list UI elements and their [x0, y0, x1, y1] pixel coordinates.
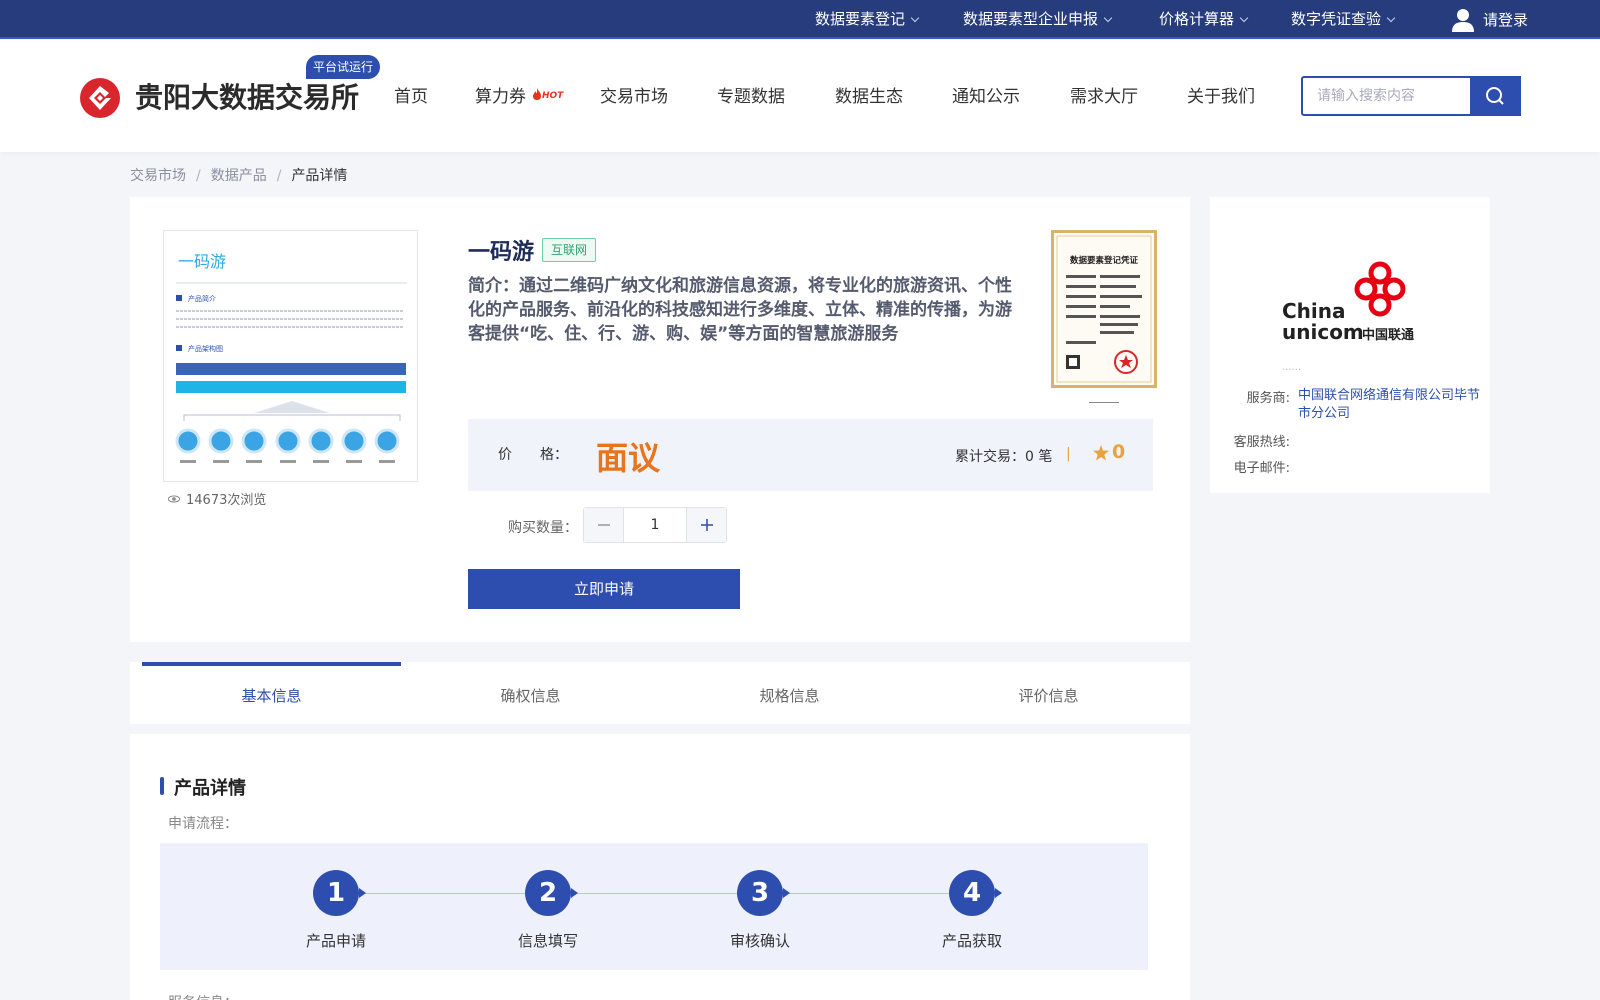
application-flow-label: 申请流程： [168, 816, 238, 832]
quantity-input[interactable]: 1 [624, 508, 686, 542]
site-logo-text[interactable]: 贵阳大数据交易所 [135, 76, 359, 116]
flow-step-3: 3 审核确认 [705, 870, 815, 951]
nav-home[interactable]: 首页 [394, 82, 428, 107]
nav-market[interactable]: 交易市场 [600, 82, 668, 107]
breadcrumb: 交易市场 / 数据产品 / 产品详情 [130, 168, 348, 184]
nav-topic-data[interactable]: 专题数据 [717, 82, 785, 107]
breadcrumb-data-products[interactable]: 数据产品 [211, 168, 267, 184]
price-label: 价 格： [498, 447, 568, 463]
application-flow: 1 产品申请 2 信息填写 3 审核确认 4 产品获取 [160, 843, 1148, 970]
search-icon [1486, 87, 1504, 105]
increment-button[interactable] [686, 508, 726, 542]
section-title: 产品详情 [160, 774, 246, 800]
eye-icon [168, 495, 180, 502]
flow-step-2: 2 信息填写 [493, 870, 603, 951]
flow-connector [336, 893, 972, 894]
topbar-item-voucher-check[interactable]: 数字凭证查验 [1291, 0, 1396, 39]
service-info-label: 服务信息： [168, 992, 238, 1000]
trial-badge: 平台试运行 [306, 55, 381, 79]
topbar-item-data-registration[interactable]: 数据要素登记 [815, 0, 920, 39]
login-link[interactable]: 请登录 [1452, 0, 1528, 39]
product-image-title: 一码游 [178, 252, 226, 271]
price-panel: 价 格： 面议 累计交易：0 笔 | 0 [468, 419, 1153, 491]
search-button[interactable] [1470, 76, 1520, 116]
divider: | [1066, 446, 1071, 462]
quantity-label: 购买数量： [508, 520, 578, 536]
rating-value: 0 [1112, 441, 1126, 463]
provider-card: China unicom 中国联通 ...... 服务商: 中国联合网络通信有限… [1210, 197, 1490, 493]
product-description: 简介：通过二维码广纳文化和旅游信息资源，将专业化的旅游资讯、个性化的产品服务、前… [468, 276, 1012, 344]
star-icon [1093, 445, 1109, 461]
category-tag: 互联网 [542, 238, 597, 262]
step-number: 1 [313, 870, 366, 916]
plus-icon [700, 519, 713, 531]
certificate-indicator [1089, 402, 1119, 403]
product-card: 一码游 产品简介 产品架构图 14673次浏览 一码游 互联网 简介：通过二维码… [130, 197, 1190, 642]
step-number: 4 [949, 870, 1002, 916]
site-header: 贵阳大数据交易所 平台试运行 首页 算力券 HOT 交易市场 专题数据 数据生态… [0, 40, 1600, 152]
provider-hotline-label: 客服热线: [1233, 435, 1290, 450]
product-image-section2: 产品架构图 [188, 344, 223, 353]
step-label: 产品获取 [941, 932, 1002, 950]
nav-demand-hall[interactable]: 需求大厅 [1070, 82, 1138, 107]
tab-reviews[interactable]: 评价信息 [919, 662, 1178, 724]
breadcrumb-market[interactable]: 交易市场 [130, 168, 186, 184]
registration-certificate[interactable]: 数据要素登记凭证 [1051, 230, 1157, 388]
provider-service-value: 中国联合网络通信有限公司毕节市分公司 [1298, 388, 1481, 421]
provider-service-label: 服务商: [1246, 391, 1290, 406]
nav-ecosystem[interactable]: 数据生态 [835, 82, 903, 107]
trade-count: 累计交易：0 笔 [955, 449, 1053, 465]
step-label: 产品申请 [305, 932, 366, 950]
quantity-stepper: 1 [583, 507, 727, 543]
tab-basic-info[interactable]: 基本信息 [142, 662, 401, 724]
breadcrumb-current: 产品详情 [291, 168, 348, 184]
product-details-section: 产品详情 申请流程： 1 产品申请 2 信息填写 3 审核确认 4 产品获取 服… [130, 734, 1190, 1000]
tab-spec-info[interactable]: 规格信息 [660, 662, 919, 724]
provider-name-placeholder: ...... [1282, 362, 1302, 373]
detail-tabs: 基本信息 确权信息 规格信息 评价信息 [130, 662, 1190, 724]
step-label: 审核确认 [729, 932, 790, 950]
minus-icon [597, 524, 610, 526]
tab-ownership-info[interactable]: 确权信息 [401, 662, 660, 724]
view-count: 14673次浏览 [168, 489, 266, 508]
nav-notices[interactable]: 通知公示 [952, 82, 1020, 107]
chevron-down-icon [1386, 13, 1396, 23]
step-number: 3 [737, 870, 790, 916]
flame-icon [533, 88, 541, 100]
site-logo-icon[interactable] [79, 77, 121, 119]
provider-email-label: 电子邮件: [1233, 461, 1290, 476]
svg-text:中国联通: 中国联通 [1362, 327, 1414, 343]
chevron-down-icon [1239, 13, 1249, 23]
certificate-title: 数据要素登记凭证 [1070, 255, 1139, 266]
product-title: 一码游 [468, 240, 535, 265]
top-bar: 数据要素登记 数据要素型企业申报 价格计算器 数字凭证查验 请登录 [0, 0, 1600, 39]
user-icon [1452, 8, 1474, 32]
price-value: 面议 [596, 439, 661, 477]
china-unicom-logo[interactable]: China unicom 中国联通 [1282, 259, 1418, 343]
apply-now-button[interactable]: 立即申请 [468, 569, 740, 609]
product-image[interactable]: 一码游 产品简介 产品架构图 [163, 230, 418, 482]
step-number: 2 [525, 870, 578, 916]
flow-step-1: 1 产品申请 [281, 870, 391, 951]
certificate-graphic: 数据要素登记凭证 [1056, 235, 1152, 383]
nav-about[interactable]: 关于我们 [1187, 82, 1255, 107]
step-label: 信息填写 [517, 932, 578, 950]
chevron-down-icon [1103, 13, 1113, 23]
flow-step-4: 4 产品获取 [917, 870, 1027, 951]
hot-badge: HOT [532, 88, 563, 101]
topbar-item-enterprise-declaration[interactable]: 数据要素型企业申报 [963, 0, 1113, 39]
chevron-down-icon [910, 13, 920, 23]
decrement-button[interactable] [584, 508, 624, 542]
nav-compute-voucher[interactable]: 算力券 [475, 82, 526, 107]
topbar-item-price-calculator[interactable]: 价格计算器 [1159, 0, 1249, 39]
svg-text:unicom: unicom [1282, 320, 1364, 343]
product-image-section1: 产品简介 [188, 294, 216, 303]
product-image-graphic: 一码游 产品简介 产品架构图 [175, 252, 407, 463]
